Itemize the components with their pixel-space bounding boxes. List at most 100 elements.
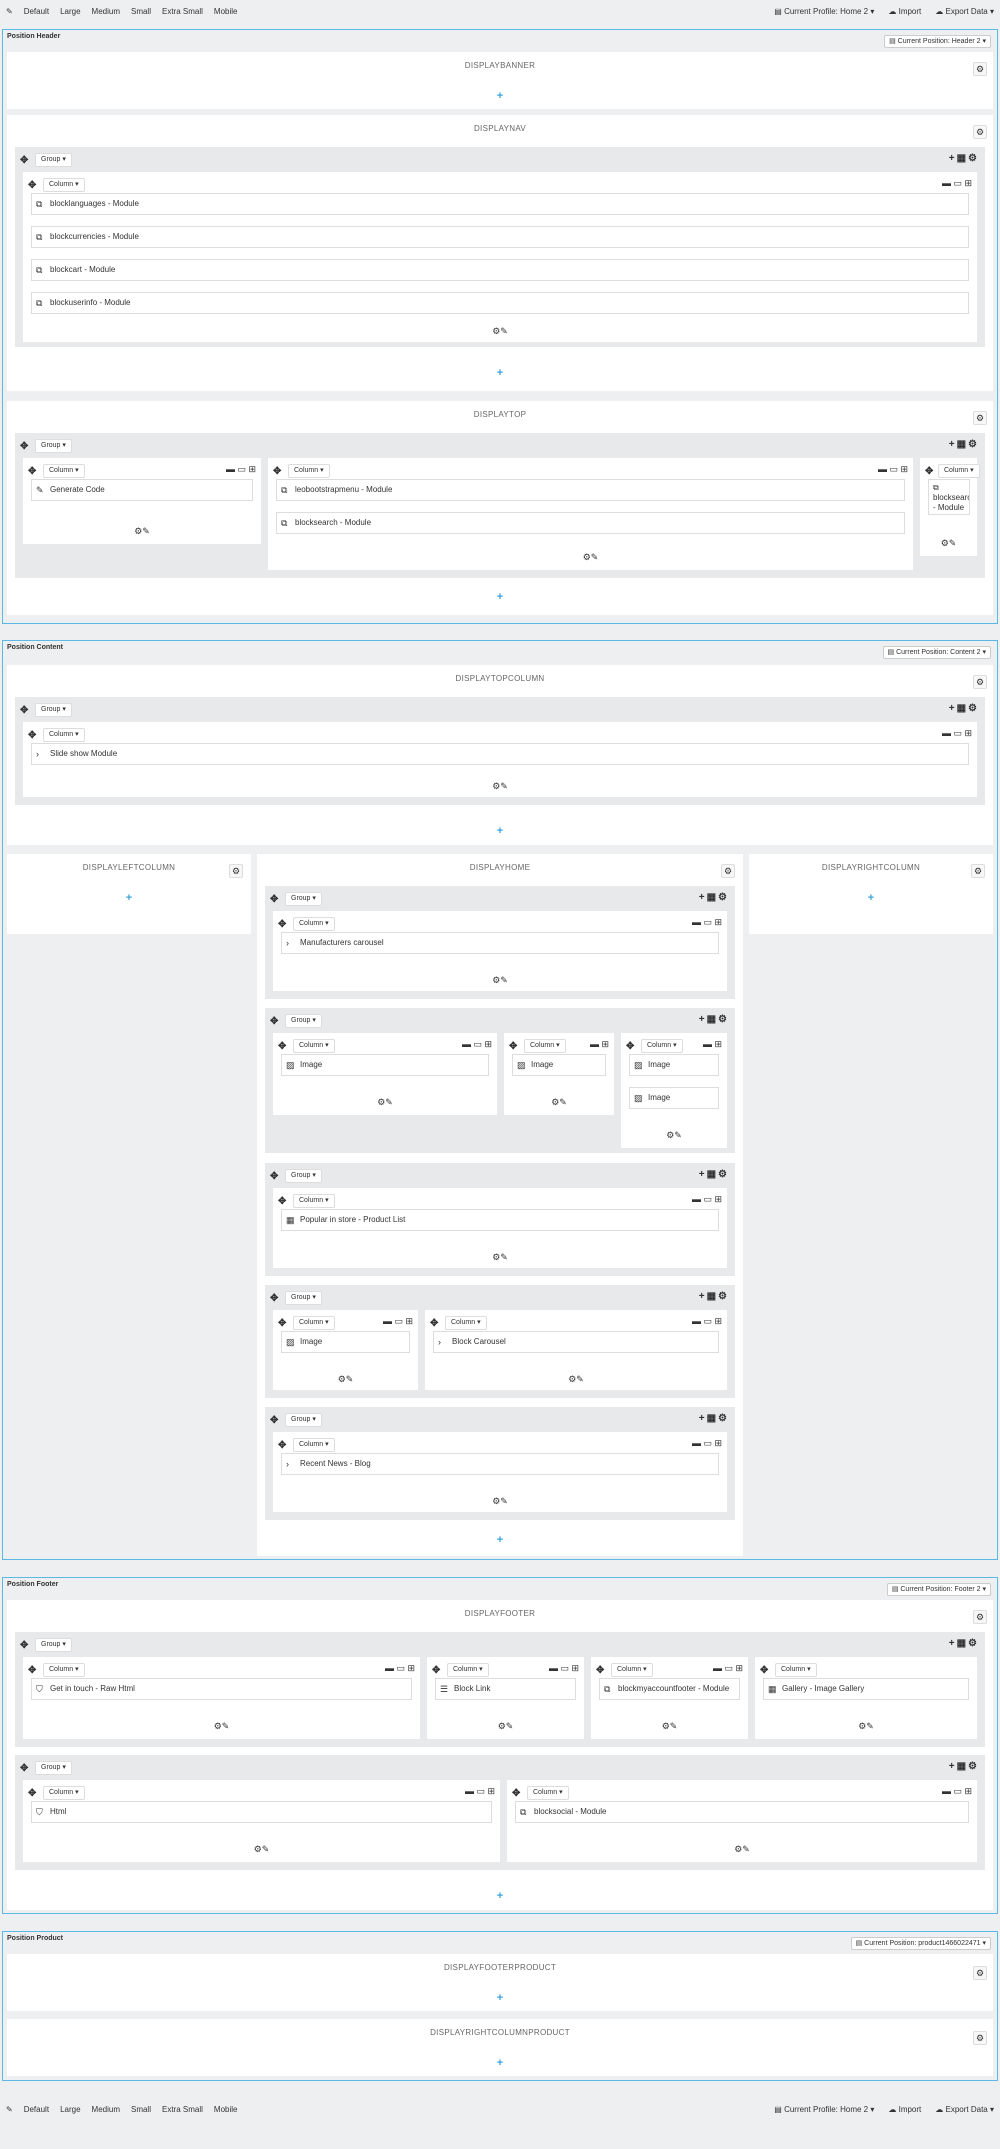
column-footer-tools[interactable]: ⚙✎ — [23, 781, 977, 792]
move-icon[interactable]: ✥ — [270, 1171, 278, 1182]
profile-dropdown[interactable]: ▤ Current Profile: Home 2 ▾ — [774, 7, 874, 16]
move-icon[interactable]: ✥ — [28, 730, 36, 741]
move-icon[interactable]: ✥ — [278, 1318, 286, 1329]
column-footer-tools[interactable]: ⚙✎ — [504, 1097, 614, 1108]
column-tools[interactable]: ▬ ▭ ⊞ — [549, 1663, 579, 1674]
add-icon[interactable]: + — [495, 1890, 505, 1902]
module-item[interactable]: ✎ Generate Code — [31, 479, 253, 501]
move-icon[interactable]: ✥ — [28, 180, 36, 191]
add-icon[interactable]: + — [866, 892, 876, 904]
position-selector[interactable]: ▤ Current Position: product1466022471 ▾ — [850, 1937, 991, 1950]
column-tools[interactable]: ▬ ▭ ⊞ — [942, 178, 972, 189]
device-large[interactable]: Large — [60, 2105, 80, 2114]
profile-dropdown[interactable]: ▤ Current Profile: Home 2 ▾ — [774, 2105, 874, 2114]
column-dropdown[interactable]: Column ▾ — [445, 1316, 487, 1330]
column-footer-tools[interactable]: ⚙✎ — [273, 975, 727, 986]
group-tools[interactable]: +▦⚙ — [699, 1169, 729, 1180]
column-footer-tools[interactable]: ⚙✎ — [23, 1721, 420, 1732]
import-button[interactable]: ☁ Import — [888, 7, 921, 16]
move-icon[interactable]: ✥ — [20, 1640, 28, 1651]
module-item[interactable]: ⛉ Get in touch - Raw Html — [31, 1678, 412, 1700]
column-dropdown[interactable]: Column ▾ — [447, 1663, 489, 1677]
column-footer-tools[interactable]: ⚙✎ — [507, 1844, 977, 1855]
column-tools[interactable]: ▬ ▭ ⊞ — [692, 1438, 722, 1449]
device-mobile[interactable]: Mobile — [214, 2105, 238, 2114]
gear-icon[interactable]: ⚙ — [973, 125, 987, 139]
column-footer-tools[interactable]: ⚙✎ — [273, 1097, 497, 1108]
move-icon[interactable]: ✥ — [432, 1665, 440, 1676]
device-mobile[interactable]: Mobile — [214, 7, 238, 16]
group-tools[interactable]: +▦⚙ — [949, 1638, 979, 1649]
export-button[interactable]: ☁ Export Data ▾ — [935, 7, 994, 16]
add-icon[interactable]: + — [495, 1534, 505, 1546]
module-item[interactable]: ▨ Image — [281, 1331, 410, 1353]
position-selector[interactable]: ▤ Current Position: Header 2 ▾ — [884, 35, 991, 48]
column-footer-tools[interactable]: ⚙✎ — [591, 1721, 748, 1732]
group-tools[interactable]: +▦⚙ — [699, 1291, 729, 1302]
move-icon[interactable]: ✥ — [270, 1415, 278, 1426]
group-dropdown[interactable]: Group ▾ — [285, 1169, 322, 1183]
import-button[interactable]: ☁ Import — [888, 2105, 921, 2114]
device-small[interactable]: Small — [131, 2105, 151, 2114]
column-tools[interactable]: ▬ ▭ ⊞ — [692, 1194, 722, 1205]
module-item[interactable]: ⧉ blockmyaccountfooter - Module — [599, 1678, 740, 1700]
module-item[interactable]: ⧉ leobootstrapmenu - Module — [276, 479, 905, 501]
column-footer-tools[interactable]: ⚙✎ — [621, 1130, 727, 1141]
add-icon[interactable]: + — [495, 591, 505, 603]
move-icon[interactable]: ✥ — [278, 1041, 286, 1052]
column-dropdown[interactable]: Column ▾ — [43, 728, 85, 742]
module-item[interactable]: ⧉ blockuserinfo - Module — [31, 292, 969, 314]
group-tools[interactable]: +▦⚙ — [949, 703, 979, 714]
move-icon[interactable]: ✥ — [270, 1293, 278, 1304]
group-tools[interactable]: +▦⚙ — [949, 153, 979, 164]
move-icon[interactable]: ✥ — [626, 1041, 634, 1052]
move-icon[interactable]: ✥ — [278, 1440, 286, 1451]
wrench-icon[interactable]: ✎ — [6, 2105, 13, 2114]
module-item[interactable]: ▦ Gallery - Image Gallery — [763, 1678, 969, 1700]
add-icon[interactable]: + — [495, 367, 505, 379]
move-icon[interactable]: ✥ — [20, 705, 28, 716]
module-item[interactable]: ▦ Popular in store - Product List — [281, 1209, 719, 1231]
group-dropdown[interactable]: Group ▾ — [285, 892, 322, 906]
module-item[interactable]: › Recent News - Blog — [281, 1453, 719, 1475]
device-medium[interactable]: Medium — [92, 2105, 120, 2114]
column-dropdown[interactable]: Column ▾ — [775, 1663, 817, 1677]
group-tools[interactable]: +▦⚙ — [699, 1014, 729, 1025]
move-icon[interactable]: ✥ — [430, 1318, 438, 1329]
group-dropdown[interactable]: Group ▾ — [285, 1413, 322, 1427]
column-tools[interactable]: ▬ ▭ ⊞ — [942, 1786, 972, 1797]
module-item[interactable]: ⧉ blockcart - Module — [31, 259, 969, 281]
move-icon[interactable]: ✥ — [278, 919, 286, 930]
device-large[interactable]: Large — [60, 7, 80, 16]
column-footer-tools[interactable]: ⚙✎ — [427, 1721, 584, 1732]
group-tools[interactable]: +▦⚙ — [699, 892, 729, 903]
column-tools[interactable]: ▬ ▭ ⊞ — [465, 1786, 495, 1797]
column-dropdown[interactable]: Column ▾ — [293, 917, 335, 931]
gear-icon[interactable]: ⚙ — [973, 2031, 987, 2045]
column-footer-tools[interactable]: ⚙✎ — [425, 1374, 727, 1385]
move-icon[interactable]: ✥ — [512, 1788, 520, 1799]
module-item[interactable]: ▨ Image — [512, 1054, 606, 1076]
move-icon[interactable]: ✥ — [925, 466, 933, 477]
add-icon[interactable]: + — [495, 825, 505, 837]
group-dropdown[interactable]: Group ▾ — [285, 1014, 322, 1028]
device-medium[interactable]: Medium — [92, 7, 120, 16]
column-dropdown[interactable]: Column ▾ — [293, 1316, 335, 1330]
gear-icon[interactable]: ⚙ — [229, 864, 243, 878]
gear-icon[interactable]: ⚙ — [973, 675, 987, 689]
column-dropdown[interactable]: Column ▾ — [641, 1039, 683, 1053]
move-icon[interactable]: ✥ — [28, 466, 36, 477]
column-footer-tools[interactable]: ⚙✎ — [23, 326, 977, 337]
export-button[interactable]: ☁ Export Data ▾ — [935, 2105, 994, 2114]
move-icon[interactable]: ✥ — [509, 1041, 517, 1052]
column-footer-tools[interactable]: ⚙✎ — [23, 1844, 500, 1855]
group-dropdown[interactable]: Group ▾ — [35, 703, 72, 717]
module-item[interactable]: ⧉ blockcurrencies - Module — [31, 226, 969, 248]
gear-icon[interactable]: ⚙ — [721, 864, 735, 878]
group-dropdown[interactable]: Group ▾ — [35, 153, 72, 167]
column-dropdown[interactable]: Column ▾ — [43, 464, 85, 478]
column-footer-tools[interactable]: ⚙✎ — [273, 1252, 727, 1263]
add-icon[interactable]: + — [495, 2057, 505, 2069]
module-item[interactable]: ⛉ Html — [31, 1801, 492, 1823]
add-icon[interactable]: + — [124, 892, 134, 904]
